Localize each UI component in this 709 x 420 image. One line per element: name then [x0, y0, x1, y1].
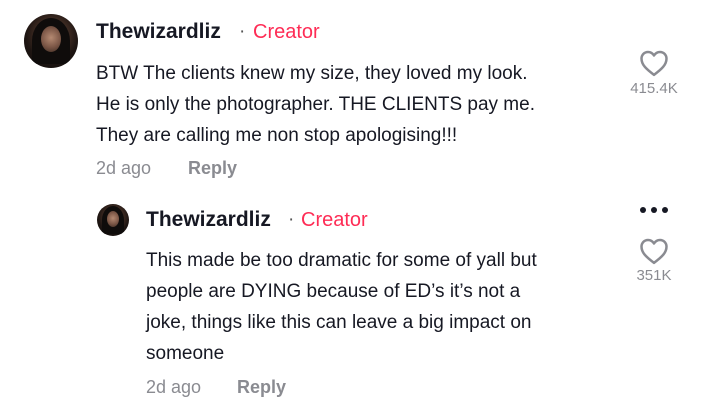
avatar-face	[107, 211, 119, 227]
reply-text-line: This made be too dramatic for some of ya…	[146, 250, 537, 271]
more-options-icon[interactable]	[637, 203, 671, 217]
heart-icon[interactable]	[639, 49, 669, 77]
reply-text-line: joke, things like this can leave a big i…	[146, 312, 532, 333]
comment-timestamp: 2d ago	[96, 158, 152, 178]
comment-separator: ·	[239, 21, 246, 42]
comment-text-line: He is only the photographer. THE CLIENTS…	[96, 94, 535, 115]
reply-timestamp: 2d ago	[146, 377, 202, 397]
more-dot	[651, 207, 657, 213]
comment-username[interactable]: Thewizardliz	[96, 20, 221, 44]
reply-text-line: people are DYING because of ED’s it’s no…	[146, 281, 521, 302]
avatar-face	[41, 26, 61, 52]
more-dot	[662, 207, 668, 213]
reply-reply-button[interactable]: Reply	[237, 377, 286, 398]
comment-text-line: BTW The clients knew my size, they loved…	[96, 63, 528, 84]
more-dot	[640, 207, 646, 213]
reply-heart-icon[interactable]	[639, 237, 669, 265]
reply-text: This made be too dramatic for some of ya…	[146, 245, 537, 369]
comment-text: BTW The clients knew my size, they loved…	[96, 58, 535, 151]
reply-avatar[interactable]	[97, 204, 129, 236]
reply-separator: ·	[288, 209, 295, 230]
like-count: 415.4K	[630, 80, 678, 97]
creator-badge: Creator	[253, 21, 320, 43]
reply-like-count: 351K	[636, 267, 672, 284]
reply-creator-badge: Creator	[301, 209, 368, 231]
reply-button[interactable]: Reply	[188, 158, 237, 179]
reply-text-line: someone	[146, 343, 225, 364]
reply-username[interactable]: Thewizardliz	[146, 208, 271, 232]
avatar[interactable]	[24, 14, 78, 68]
comment-text-line: They are calling me non stop apologising…	[96, 125, 458, 146]
